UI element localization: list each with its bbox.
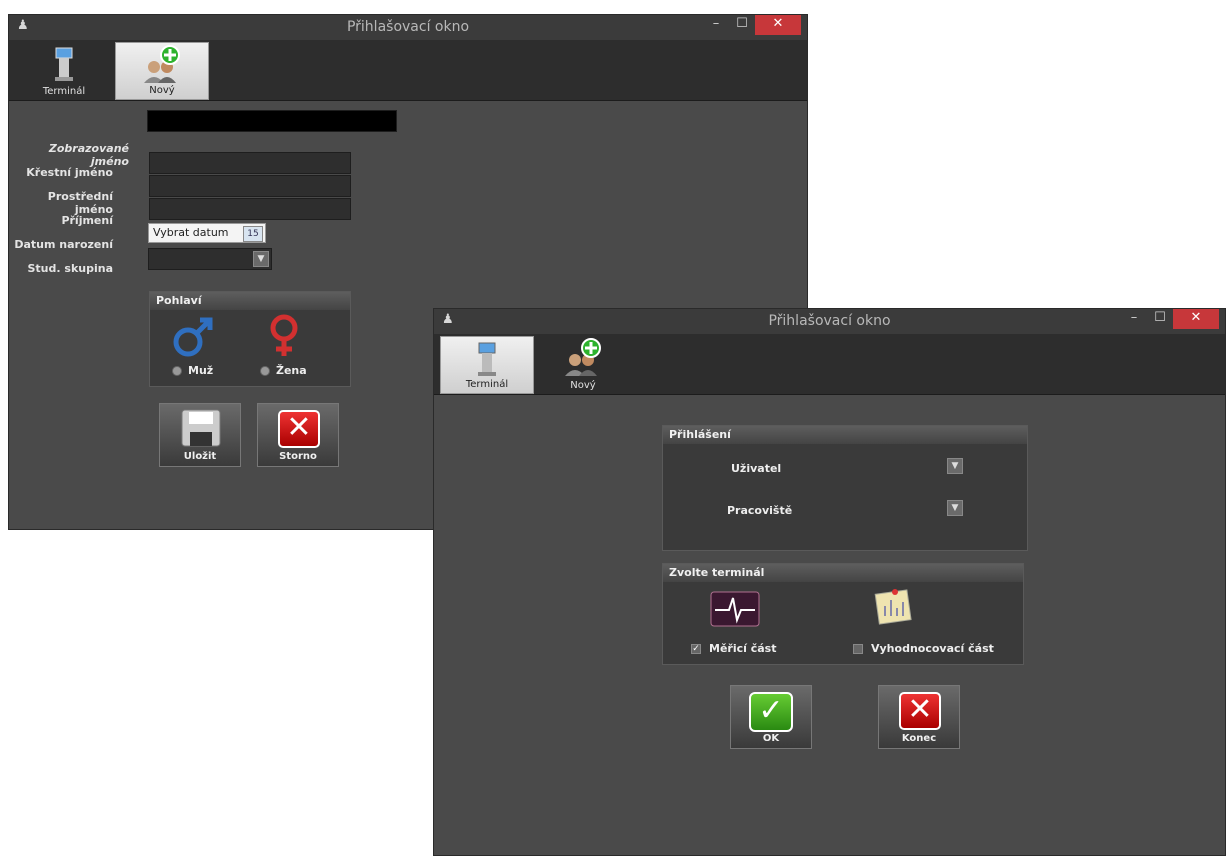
terminal-tab[interactable]: Terminál: [17, 42, 111, 100]
user-label: Uživatel: [731, 462, 782, 475]
first-name-label: Křestní jméno: [26, 166, 113, 179]
calendar-icon[interactable]: 15: [243, 226, 263, 242]
display-name-label: Zobrazované jméno: [48, 142, 129, 168]
add-user-icon: [144, 45, 180, 83]
save-button[interactable]: Uložit: [159, 403, 241, 467]
group-select[interactable]: ▼: [148, 248, 272, 270]
last-name-field[interactable]: [149, 198, 351, 220]
male-label: Muž: [188, 364, 214, 377]
exit-button[interactable]: ✕ Konec: [878, 685, 960, 749]
birth-date-placeholder: Vybrat datum: [153, 226, 229, 239]
minimize-button[interactable]: –: [703, 15, 729, 35]
group-label: Stud. skupina: [27, 262, 114, 275]
save-label: Uložit: [183, 451, 217, 462]
chevron-down-icon[interactable]: ▼: [253, 251, 269, 267]
close-x-icon: ✕: [899, 692, 941, 730]
eval-check-box[interactable]: [853, 644, 863, 654]
terminal-group: Zvolte terminál ✓ Měřicí část Vyhodnocova…: [662, 563, 1024, 665]
display-name-field[interactable]: [147, 110, 397, 132]
window-title: Přihlašovací okno: [346, 19, 470, 35]
minimize-button[interactable]: –: [1121, 309, 1147, 329]
first-name-field[interactable]: [149, 152, 351, 174]
close-x-icon: ✕: [278, 410, 320, 448]
birth-date-label: Datum narození: [14, 238, 113, 251]
female-symbol-icon: [270, 314, 298, 356]
ecg-monitor-icon: [710, 591, 760, 627]
maximize-button[interactable]: ☐: [1147, 309, 1173, 329]
login-group-title: Přihlášení: [663, 426, 1027, 444]
new-tab[interactable]: Nový: [536, 336, 630, 394]
male-radio-dot[interactable]: [172, 366, 182, 376]
kiosk-terminal-icon: [55, 47, 73, 81]
user-dropdown[interactable]: ▼: [947, 458, 963, 474]
new-tab-label: Nový: [149, 85, 175, 96]
titlebar: ♟ Přihlašovací okno – ☐ ✕: [9, 15, 807, 40]
measure-label: Měřicí část: [709, 642, 777, 655]
ok-button[interactable]: ✓ OK: [730, 685, 812, 749]
eval-label: Vyhodnocovací část: [871, 642, 994, 655]
female-label: Žena: [276, 364, 307, 377]
last-name-label: Příjmení: [61, 214, 113, 227]
terminal-tab[interactable]: Terminál: [440, 336, 534, 394]
male-radio[interactable]: Muž: [172, 364, 213, 377]
add-user-icon: [565, 338, 601, 376]
male-symbol-icon: [173, 317, 213, 357]
gender-group-title: Pohlaví: [150, 292, 350, 310]
cancel-button[interactable]: ✕ Storno: [257, 403, 339, 467]
titlebar: ♟ Přihlašovací okno – ☐ ✕: [434, 309, 1225, 334]
workplace-dropdown[interactable]: ▼: [947, 500, 963, 516]
close-button[interactable]: ✕: [755, 15, 801, 35]
gender-group: Pohlaví Muž Žena: [149, 291, 351, 387]
check-icon: ✓: [749, 692, 793, 732]
kiosk-terminal-icon: [478, 342, 496, 376]
login-group: Přihlášení Uživatel ▼ Pracoviště ▼: [662, 425, 1028, 551]
ok-label: OK: [762, 733, 780, 744]
exit-label: Konec: [901, 733, 937, 744]
terminal-tab-label: Terminál: [465, 379, 509, 390]
cancel-label: Storno: [279, 451, 317, 462]
new-tab[interactable]: Nový: [115, 42, 209, 100]
floppy-disk-icon: [181, 409, 221, 447]
eval-checkbox[interactable]: Vyhodnocovací část: [853, 642, 994, 655]
toolbar: Terminál Nový: [434, 334, 1225, 395]
measure-checkbox[interactable]: ✓ Měřicí část: [691, 642, 776, 655]
new-tab-label: Nový: [570, 380, 596, 391]
toolbar: Terminál Nový: [9, 40, 807, 101]
female-radio-dot[interactable]: [260, 366, 270, 376]
window-title: Přihlašovací okno: [768, 313, 891, 329]
measure-check-icon[interactable]: ✓: [691, 644, 701, 654]
close-button[interactable]: ✕: [1173, 309, 1219, 329]
terminal-tab-label: Terminál: [42, 86, 86, 97]
birth-date-picker[interactable]: Vybrat datum 15: [148, 223, 266, 243]
chart-note-icon: [874, 589, 912, 625]
workplace-label: Pracoviště: [727, 504, 793, 517]
female-radio[interactable]: Žena: [260, 364, 307, 377]
terminal-group-title: Zvolte terminál: [663, 564, 1023, 582]
maximize-button[interactable]: ☐: [729, 15, 755, 35]
middle-name-label: Prostřední jméno: [47, 190, 113, 216]
login-window: ♟ Přihlašovací okno – ☐ ✕ Terminál Nový …: [433, 308, 1226, 856]
middle-name-field[interactable]: [149, 175, 351, 197]
